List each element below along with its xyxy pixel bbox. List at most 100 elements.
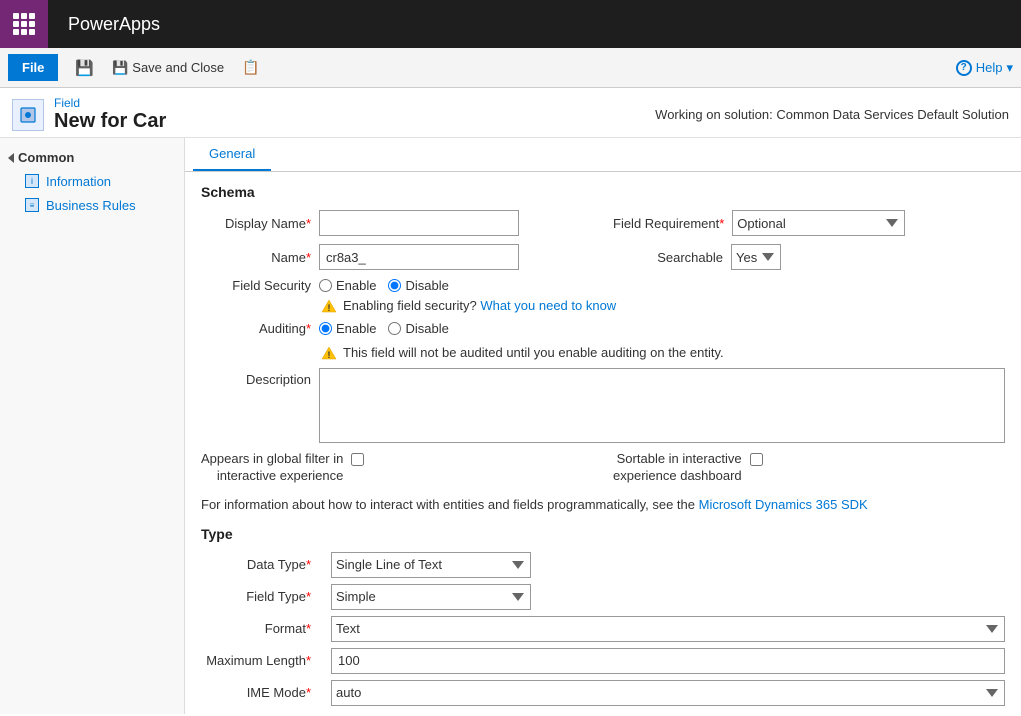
app-title: PowerApps (48, 14, 180, 35)
info-link-row: For information about how to interact wi… (201, 491, 1005, 522)
name-input[interactable] (319, 244, 519, 270)
sub-header-left: Field New for Car (12, 96, 166, 133)
sortable-label: Sortable in interactiveexperience dashbo… (613, 451, 742, 485)
max-length-input[interactable] (331, 648, 1005, 674)
svg-text:!: ! (328, 350, 331, 360)
max-length-label: Maximum Length* (201, 653, 311, 668)
description-textarea[interactable] (319, 368, 1005, 443)
auditing-warning-text: This field will not be audited until you… (343, 345, 724, 360)
sortable-group: Sortable in interactiveexperience dashbo… (613, 451, 1005, 485)
display-name-label: Display Name* (201, 216, 311, 231)
breadcrumb-area: Field New for Car (54, 96, 166, 133)
save-close-icon: 💾 (112, 60, 128, 76)
auditing-enable-option[interactable]: Enable (319, 321, 376, 336)
auditing-disable-radio[interactable] (388, 322, 401, 335)
info-link-prefix: For information about how to interact wi… (201, 497, 695, 512)
field-type-row: Field Type* Simple Calculated Rollup (201, 584, 1005, 610)
help-dropdown-icon: ▾ (1006, 60, 1013, 76)
field-security-link[interactable]: What you need to know (480, 298, 616, 313)
ime-mode-label: IME Mode* (201, 685, 311, 700)
sidebar-section-label: Common (18, 150, 74, 165)
description-group: Description (201, 368, 1005, 443)
field-security-disable-option[interactable]: Disable (388, 278, 448, 293)
ime-mode-select-wrap: auto active inactive disabled (331, 680, 1005, 706)
waffle-icon (13, 13, 35, 35)
data-type-select[interactable]: Single Line of Text Whole Number Decimal… (331, 552, 531, 578)
field-type-select-wrap: Simple Calculated Rollup (331, 584, 531, 610)
field-security-warning-row: ! Enabling field security? What you need… (201, 297, 1005, 313)
extra-toolbar-button[interactable]: 📋 (233, 54, 268, 81)
toolbar-extra-icon: 📋 (242, 59, 259, 76)
appears-label: Appears in global filter ininteractive e… (201, 451, 343, 485)
display-name-group: Display Name* (201, 210, 593, 236)
type-section: Type Data Type* Single Line of Text Whol… (201, 526, 1005, 706)
display-name-input[interactable] (319, 210, 519, 236)
content-area: General Schema Display Name* Field Requi… (185, 138, 1021, 714)
sidebar-item-information-label: Information (46, 174, 111, 189)
name-group: Name* (201, 244, 593, 270)
data-type-label: Data Type* (201, 557, 311, 572)
form-content: Schema Display Name* Field Requirement* … (185, 172, 1021, 714)
appears-group: Appears in global filter ininteractive e… (201, 451, 593, 485)
searchable-select[interactable]: Yes No (731, 244, 781, 270)
format-select-wrap: Text Email URL Phone Ticker Symbol (331, 616, 1005, 642)
file-button[interactable]: File (8, 54, 58, 81)
type-title: Type (201, 526, 1005, 542)
field-security-radio-group: Enable Disable (319, 278, 1005, 293)
description-label: Description (201, 368, 311, 387)
field-type-label: Field Type* (201, 589, 311, 604)
rules-icon: ≡ (24, 197, 40, 213)
name-row: Name* Searchable Yes No (201, 244, 1005, 270)
help-area[interactable]: ? Help ▾ (956, 60, 1013, 76)
field-type-select[interactable]: Simple Calculated Rollup (331, 584, 531, 610)
save-button[interactable]: 💾 (66, 54, 103, 82)
field-security-disable-radio[interactable] (388, 279, 401, 292)
field-security-enable-radio[interactable] (319, 279, 332, 292)
field-security-group: Field Security Enable Disable (201, 278, 1005, 293)
format-select[interactable]: Text Email URL Phone Ticker Symbol (331, 616, 1005, 642)
auditing-disable-option[interactable]: Disable (388, 321, 448, 336)
sidebar: Common i Information ≡ Business Rules (0, 138, 185, 714)
warning-icon-1: ! (321, 297, 337, 313)
ime-mode-row: IME Mode* auto active inactive disabled (201, 680, 1005, 706)
tab-general[interactable]: General (193, 138, 271, 171)
app-waffle-button[interactable] (0, 0, 48, 48)
field-security-row: Field Security Enable Disable (201, 278, 1005, 293)
auditing-warning-row: ! This field will not be audited until y… (201, 344, 1005, 360)
data-type-select-wrap: Single Line of Text Whole Number Decimal… (331, 552, 531, 578)
sidebar-item-information[interactable]: i Information (0, 169, 184, 193)
save-close-button[interactable]: 💾 Save and Close (103, 55, 233, 81)
appears-row: Appears in global filter ininteractive e… (201, 451, 1005, 485)
field-security-label: Field Security (201, 278, 311, 293)
data-type-row: Data Type* Single Line of Text Whole Num… (201, 552, 1005, 578)
sidebar-common-section[interactable]: Common (0, 146, 184, 169)
name-label: Name* (201, 250, 311, 265)
field-requirement-select[interactable]: Optional Business Recommended Business R… (732, 210, 905, 236)
sdk-link[interactable]: Microsoft Dynamics 365 SDK (699, 497, 868, 512)
sortable-checkbox[interactable] (750, 453, 763, 466)
help-label: Help (976, 60, 1003, 75)
breadcrumb-link[interactable]: Field (54, 96, 166, 110)
save-icon: 💾 (75, 59, 94, 77)
field-requirement-group: Field Requirement* Optional Business Rec… (613, 210, 1005, 236)
field-security-enable-option[interactable]: Enable (319, 278, 376, 293)
appears-checkbox[interactable] (351, 453, 364, 466)
save-close-label: Save and Close (132, 60, 224, 75)
sidebar-item-business-rules[interactable]: ≡ Business Rules (0, 193, 184, 217)
entity-icon (12, 99, 44, 131)
app-header: PowerApps (0, 0, 1021, 48)
format-row: Format* Text Email URL Phone Ticker Symb… (201, 616, 1005, 642)
field-security-warning-text: Enabling field security? What you need t… (343, 298, 616, 313)
information-icon: i (24, 173, 40, 189)
schema-title: Schema (201, 184, 1005, 200)
main-layout: Common i Information ≡ Business Rules Ge… (0, 138, 1021, 714)
auditing-group: Auditing* Enable Disable (201, 321, 1005, 336)
sidebar-item-rules-label: Business Rules (46, 198, 136, 213)
format-label: Format* (201, 621, 311, 636)
auditing-enable-radio[interactable] (319, 322, 332, 335)
auditing-row: Auditing* Enable Disable (201, 321, 1005, 336)
solution-label: Working on solution: Common Data Service… (655, 107, 1009, 122)
ime-mode-select[interactable]: auto active inactive disabled (331, 680, 1005, 706)
field-requirement-label: Field Requirement* (613, 216, 724, 231)
description-row: Description (201, 368, 1005, 443)
